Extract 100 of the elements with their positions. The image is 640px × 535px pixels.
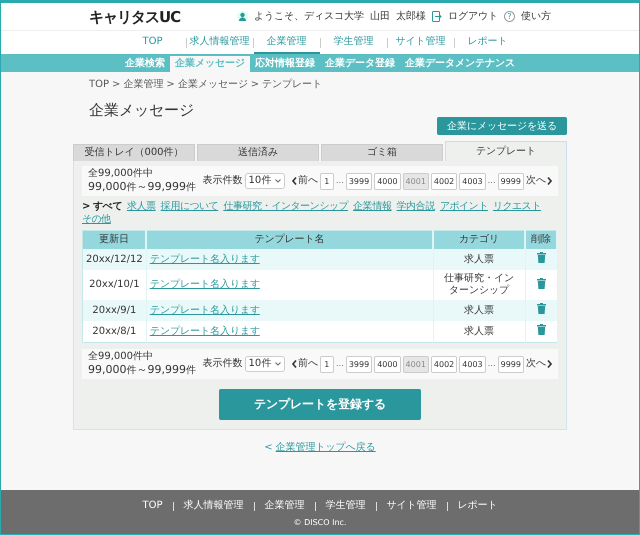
category-cell-text: 仕事研究・インターンシップ bbox=[443, 273, 515, 297]
page-button[interactable]: 4002 bbox=[430, 172, 458, 190]
category-filter-link[interactable]: アポイント bbox=[440, 201, 488, 213]
main-nav-tab[interactable]: サイト管理 bbox=[388, 31, 454, 54]
category-filter-link[interactable]: 学内合説 bbox=[396, 201, 435, 213]
trash-icon[interactable] bbox=[536, 324, 546, 335]
range-end: 99,999 bbox=[148, 363, 186, 376]
user-given-name: 太郎様 bbox=[396, 10, 426, 22]
breadcrumb-item[interactable]: TOP bbox=[89, 79, 110, 91]
breadcrumb-item[interactable]: 企業管理 bbox=[123, 79, 164, 91]
range-separator: ～ bbox=[136, 363, 148, 376]
main-nav-tab[interactable]: 求人情報管理 bbox=[186, 31, 252, 54]
range-unit: 件 bbox=[126, 182, 136, 194]
page-title: 企業メッセージ bbox=[89, 101, 195, 119]
page-button[interactable]: 3999 bbox=[346, 172, 372, 190]
page-ellipsis: … bbox=[488, 359, 496, 369]
logout-icon[interactable] bbox=[432, 11, 442, 22]
range-unit: 件 bbox=[186, 182, 196, 194]
column-header: カテゴリ bbox=[433, 230, 525, 249]
total-count: 全99,000件中 bbox=[88, 168, 154, 180]
previous-link[interactable]: 前へ bbox=[292, 358, 318, 370]
breadcrumb-separator: > bbox=[166, 79, 175, 91]
page-button[interactable]: 1 bbox=[320, 356, 334, 372]
column-header: テンプレート名 bbox=[146, 230, 433, 249]
page-button[interactable]: 4001 bbox=[402, 172, 429, 190]
template-name-link[interactable]: テンプレート名入ります bbox=[150, 279, 260, 290]
footer-link[interactable]: TOP bbox=[142, 500, 162, 512]
help-link[interactable]: 使い方 bbox=[521, 10, 551, 22]
category-filter-link[interactable]: 求人票 bbox=[126, 201, 156, 213]
back-link[interactable]: < 企業管理トップへ戻る bbox=[264, 442, 376, 454]
page-ellipsis: … bbox=[336, 359, 344, 369]
page-button[interactable]: 9999 bbox=[498, 172, 524, 190]
per-page-label: 表示件数 bbox=[202, 358, 243, 370]
page-button[interactable]: 4003 bbox=[459, 172, 486, 190]
page-button[interactable]: 4002 bbox=[430, 356, 458, 372]
category-filter-link[interactable]: 企業情報 bbox=[353, 201, 392, 213]
page-ellipsis: … bbox=[336, 176, 344, 186]
breadcrumb-item[interactable]: 企業メッセージ bbox=[178, 79, 248, 91]
template-name-link[interactable]: テンプレート名入ります bbox=[150, 326, 260, 336]
page-button[interactable]: 4001 bbox=[402, 356, 429, 372]
page-button[interactable]: 9999 bbox=[498, 356, 524, 372]
range-separator: ～ bbox=[136, 180, 148, 194]
page-button[interactable]: 1 bbox=[320, 172, 334, 190]
trash-icon[interactable] bbox=[536, 252, 546, 263]
message-tab[interactable]: 送信済み bbox=[197, 144, 319, 161]
main-nav-tab[interactable]: レポート bbox=[454, 31, 520, 54]
category-filter-link[interactable]: > すべて bbox=[82, 201, 122, 213]
per-page-label: 表示件数 bbox=[202, 175, 243, 187]
category-cell-text: 求人票 bbox=[463, 304, 495, 316]
main-nav-tab[interactable]: TOP bbox=[120, 31, 186, 54]
footer-link[interactable]: レポート bbox=[458, 500, 498, 512]
welcome-text: ようこそ、ディスコ大学 bbox=[254, 10, 364, 22]
user-family-name: 山田 bbox=[370, 10, 390, 22]
dropdown-caret-icon bbox=[275, 362, 282, 366]
total-count: 全99,000件中 bbox=[88, 351, 154, 363]
range-unit: 件 bbox=[126, 365, 136, 377]
footer-link[interactable]: サイト管理 bbox=[386, 500, 436, 512]
page-ellipsis: … bbox=[488, 176, 496, 186]
footer-link[interactable]: 企業管理 bbox=[264, 500, 304, 512]
per-page-select[interactable]: 10件 bbox=[244, 173, 286, 189]
user-icon bbox=[237, 11, 248, 22]
send-message-button[interactable]: 企業にメッセージを送る bbox=[437, 117, 567, 135]
chevron-left-icon bbox=[292, 177, 297, 185]
breadcrumb-separator: > bbox=[112, 79, 120, 91]
page-button[interactable]: 4000 bbox=[374, 172, 401, 190]
register-template-button[interactable]: テンプレートを登録する bbox=[219, 389, 421, 420]
category-cell-text: 求人票 bbox=[463, 326, 495, 338]
per-page-select[interactable]: 10件 bbox=[244, 356, 286, 372]
category-filter-link[interactable]: 仕事研究・インターンシップ bbox=[223, 201, 348, 213]
date-cell: 20xx/9/1 bbox=[82, 300, 146, 321]
date-cell: 20xx/8/1 bbox=[82, 321, 146, 342]
footer-link[interactable]: 求人情報管理 bbox=[184, 500, 244, 512]
category-filter-link[interactable]: 採用について bbox=[160, 201, 218, 213]
next-link[interactable]: 次へ bbox=[526, 175, 552, 187]
logout-link[interactable]: ログアウト bbox=[448, 10, 498, 22]
trash-icon[interactable] bbox=[536, 278, 546, 288]
range-start: 99,000 bbox=[88, 363, 126, 376]
message-tab[interactable]: ゴミ箱 bbox=[321, 144, 443, 161]
page-button[interactable]: 4000 bbox=[374, 356, 401, 372]
previous-link[interactable]: 前へ bbox=[292, 175, 318, 187]
trash-icon[interactable] bbox=[536, 303, 546, 314]
category-filter-link[interactable]: その他 bbox=[82, 214, 111, 226]
next-link[interactable]: 次へ bbox=[526, 358, 552, 370]
date-cell: 20xx/12/12 bbox=[82, 249, 146, 270]
message-tab[interactable]: テンプレート bbox=[445, 141, 567, 161]
chevron-left-icon bbox=[292, 360, 297, 368]
column-header: 削除 bbox=[525, 230, 557, 249]
column-header: 更新日 bbox=[82, 230, 146, 249]
main-nav-tab[interactable]: 学生管理 bbox=[320, 31, 386, 54]
breadcrumb-separator: > bbox=[250, 79, 260, 91]
page-button[interactable]: 4003 bbox=[459, 356, 486, 372]
breadcrumb-item: テンプレート bbox=[262, 79, 322, 91]
category-filter-link[interactable]: リクエスト bbox=[492, 201, 541, 213]
chevron-right-icon bbox=[546, 360, 552, 368]
help-icon[interactable]: ? bbox=[504, 11, 515, 22]
logo[interactable]: キャリタスUC bbox=[89, 8, 180, 26]
message-tab[interactable]: 受信トレイ（000件） bbox=[73, 144, 195, 161]
footer-link[interactable]: 学生管理 bbox=[326, 500, 366, 512]
chevron-right-icon bbox=[546, 177, 552, 185]
page-button[interactable]: 3999 bbox=[346, 356, 372, 372]
